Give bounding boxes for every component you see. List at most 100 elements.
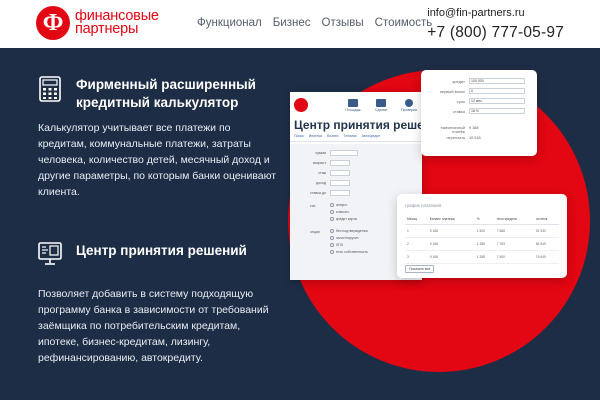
app-option: залог/поручит. [330,236,359,240]
contact-email[interactable]: info@fin-partners.ru [427,7,564,20]
app-tab: Ипотека [308,134,323,138]
calc-row: ставка 18 % [427,108,525,114]
feature-calculator-heading: Фирменный расширенный кредитный калькуля… [38,76,256,112]
app-tool-area: Площадь [342,98,364,112]
app-option: без подтверждения [330,229,368,233]
table-cell: 1 385 [474,237,495,251]
feature-calculator-title: Фирменный расширенный кредитный калькуля… [76,76,256,112]
schedule-col-header: Баланс платежа [427,216,475,225]
payment-schedule-card: график платежей Месяц Баланс платежа % т… [397,194,567,278]
calc-result-label: ежемесячный платёж [440,126,465,134]
feature-calculator-text: Калькулятор учитывает все платежи по кре… [38,122,277,198]
app-form-label: сумма [315,151,327,155]
calc-row-label: первый взнос [439,88,465,94]
table-row: 29 168 1 385 7 783 84 549 [405,237,559,251]
schedule-col-header: остаток [533,216,559,225]
calc-result-value: 10 018 [469,136,481,140]
table-cell: 9 168 [427,224,475,238]
nav-link-features[interactable]: Функционал [197,17,262,29]
app-tab: Бизнес [327,134,339,138]
feature-calculator-title-line-1: Фирменный расширенный [76,77,256,92]
calc-row-label: кредит [452,78,465,84]
app-option-group-label: тип [310,204,316,208]
app-tab: Техника [343,134,357,138]
app-form-label: доход [316,181,326,185]
app-preview-title: Центр принятия решени [294,118,422,132]
app-form-row: ставка до [296,190,350,196]
app-tab: Поиск [294,134,304,138]
app-option: ЛПХ [330,243,343,247]
calc-row-label: ставка [452,108,465,114]
table-cell: 9 168 [427,250,475,264]
app-option: кредит карта [330,217,357,221]
feature-calculator-title-line-2: кредитный калькулятор [76,95,239,110]
app-option-text: без подтверждения [336,229,368,233]
calc-row: срок 12 мес [427,98,525,104]
app-form-input [330,150,358,156]
logo[interactable]: Ф финансовые партнеры [36,6,159,40]
calc-row-input: 12 мес [469,98,525,104]
table-cell: 76 649 [533,250,559,264]
app-form-label: возраст [313,161,326,165]
app-form-row: доход [296,180,350,186]
table-cell: 7 668 [494,224,534,238]
feature-decision-text: Позволяет добавить в систему подходящую … [38,288,269,364]
app-form-label: стаж [318,171,326,175]
app-tool-deals: Сделки [370,98,392,112]
calc-row-input: 18 % [469,108,525,114]
table-cell: 1 [405,224,428,238]
schedule-table: Месяц Баланс платежа % тело кредита оста… [405,216,559,264]
app-option: аннуит. [330,203,348,207]
app-form-row: сумма [296,150,358,156]
schedule-title: график платежей [405,203,442,208]
app-option-text: кредит карта [336,217,357,221]
calc-row: кредит 100 000 [427,78,525,84]
app-form-row: стаж [296,170,350,176]
schedule-header-row: Месяц Баланс платежа % тело кредита оста… [405,216,559,225]
app-option-text: есть собственность [336,250,368,254]
app-form-input [330,190,350,196]
app-preview-tabs: Поиск Ипотека Бизнес Техника Автокредит [290,134,422,142]
table-cell: 1 268 [474,250,495,264]
main-nav: Функционал Бизнес Отзывы Стоимость [197,17,443,29]
calc-row-label: срок [456,98,465,104]
schedule-col-header: Месяц [405,216,428,225]
app-logo-icon [294,98,308,112]
table-cell: 92 332 [533,224,559,238]
app-tool-check: Проверка [398,98,420,112]
app-option-text: ЛПХ [336,243,344,247]
app-form-input [330,160,350,166]
nav-link-reviews[interactable]: Отзывы [322,17,364,29]
table-cell: 3 [405,250,428,264]
logo-text: финансовые партнеры [75,9,159,37]
calculator-icon [39,76,61,102]
logo-line-2: партнеры [75,21,139,37]
monitor-icon [38,242,62,265]
show-all-button: Показать всё [405,265,435,273]
app-tab: Автокредит [361,134,381,138]
nav-link-business[interactable]: Бизнес [273,17,311,29]
app-option-group-label: опции [310,230,320,234]
schedule-col-header: % [474,216,495,225]
app-preview-toolbar: Площадь Сделки Проверка [290,92,422,118]
calc-result-label: переплата [446,136,466,140]
app-option-text: залог/поручит. [336,236,360,240]
site-header: Ф финансовые партнеры Функционал Бизнес … [0,0,600,48]
contact-phone[interactable]: +7 (800) 777-05-97 [427,23,564,43]
calculator-card: кредит 100 000 первый взнос 0 срок 12 мес с… [421,70,537,156]
table-cell: 7 900 [494,250,534,264]
calc-row-input: 0 [469,88,525,94]
nav-link-pricing[interactable]: Стоимость [375,17,433,29]
calc-result-value: 9 168 [469,126,479,130]
calc-row: первый взнос 0 [427,88,525,94]
app-option-text: аннуит. [336,203,348,207]
calc-result: переплата 10 018 [427,136,481,140]
app-form-row: возраст [296,160,350,166]
app-tool-label: Площадь [345,107,361,112]
app-option: классич. [330,210,350,214]
logo-mark-icon: Ф [36,6,70,40]
app-tool-label: Сделки [375,107,387,112]
app-form-input [330,180,350,186]
table-cell: 9 168 [427,237,475,251]
schedule-col-header: тело кредита [494,216,534,225]
